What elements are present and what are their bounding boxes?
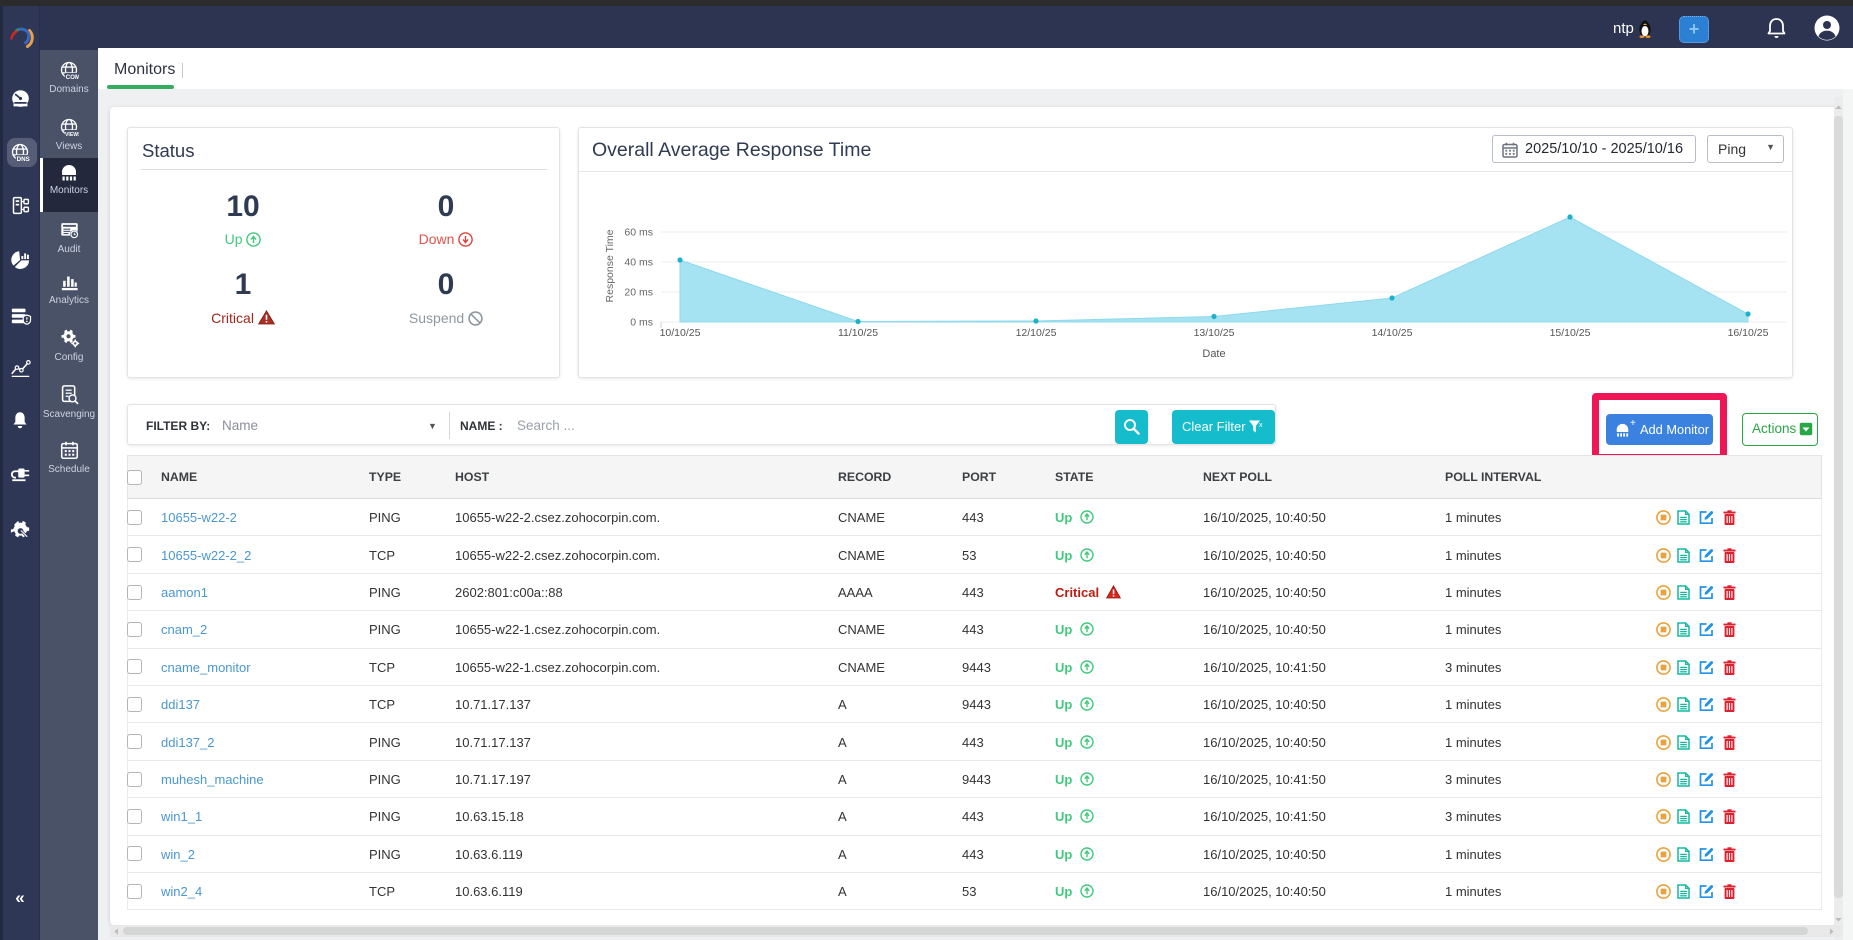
svg-text:13/10/25: 13/10/25 [1194,327,1235,339]
svg-text:11/10/25: 11/10/25 [838,327,878,339]
svg-text:0 ms: 0 ms [630,317,653,329]
svg-text:40 ms: 40 ms [624,257,653,269]
svg-text:12/10/25: 12/10/25 [1016,327,1057,339]
svg-text:Date: Date [1202,348,1225,360]
svg-text:15/10/25: 15/10/25 [1550,327,1591,339]
svg-text:10/10/25: 10/10/25 [660,327,701,339]
svg-text:60 ms: 60 ms [624,227,653,239]
svg-text:COM: COM [66,74,79,80]
svg-text:VIEWS: VIEWS [65,132,79,137]
svg-text:14/10/25: 14/10/25 [1372,327,1413,339]
svg-text:16/10/25: 16/10/25 [1728,327,1769,339]
svg-text:20 ms: 20 ms [624,287,653,299]
svg-text:x: x [1259,422,1263,429]
svg-text:Response Time: Response Time [604,229,616,302]
svg-text:DNS: DNS [17,156,30,162]
